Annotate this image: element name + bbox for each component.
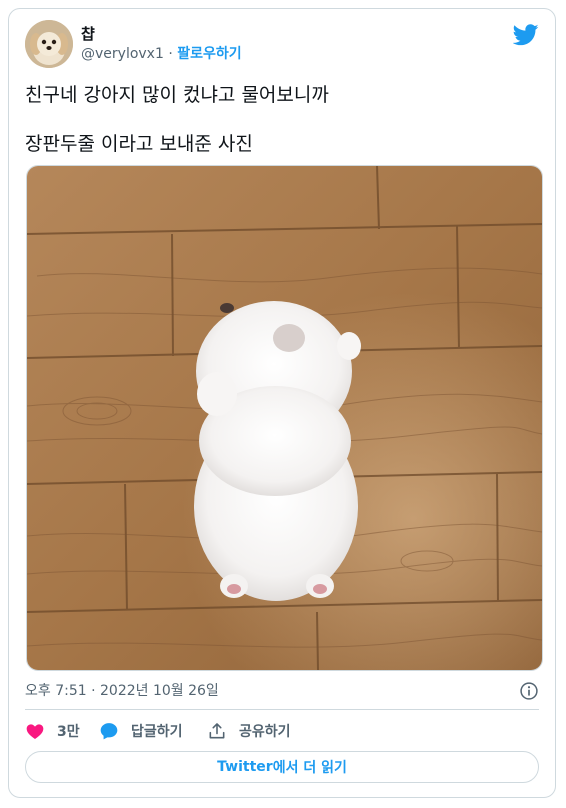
tweet-photo[interactable] <box>26 165 543 671</box>
read-more-brand: Twitter <box>217 759 273 775</box>
share-label: 공유하기 <box>239 724 291 740</box>
tweet-text: 친구네 강아지 많이 컸냐고 물어보니까 장판두줄 이라고 보내준 사진 <box>25 83 539 157</box>
tweet-header: 챱 @verylovx1 · 팔로우하기 <box>25 20 539 68</box>
info-circle-icon[interactable] <box>519 681 539 701</box>
like-count: 3만 <box>57 724 80 740</box>
follow-button[interactable]: 팔로우하기 <box>177 46 241 62</box>
tweet-timestamp[interactable]: 오후 7:51 · 2022년 10월 26일 <box>25 683 219 699</box>
display-name[interactable]: 챱 <box>81 24 242 44</box>
handle-row: @verylovx1 · 팔로우하기 <box>81 45 242 64</box>
handle-separator: · <box>163 46 178 62</box>
puppy-on-floor-photo <box>27 166 542 670</box>
read-more-suffix: 에서 더 읽기 <box>272 760 347 776</box>
avatar[interactable] <box>25 20 73 68</box>
share-button[interactable]: 공유하기 <box>207 717 291 745</box>
avatar-dog-photo <box>25 20 73 68</box>
divider <box>25 709 539 710</box>
reply-label: 답글하기 <box>131 724 183 740</box>
user-handle[interactable]: @verylovx1 <box>81 46 164 62</box>
share-upload-icon <box>209 723 225 739</box>
tweet-text-line-1: 친구네 강아지 많이 컸냐고 물어보니까 <box>25 84 329 106</box>
reply-button[interactable]: 답글하기 <box>99 717 183 745</box>
speech-bubble-icon <box>100 723 118 740</box>
twitter-bird-icon[interactable] <box>513 24 539 46</box>
tweet-text-line-2: 장판두줄 이라고 보내준 사진 <box>25 133 253 155</box>
action-bar: 3만 답글하기 공유하기 <box>25 717 539 745</box>
heart-icon <box>26 724 44 739</box>
tweet-meta: 오후 7:51 · 2022년 10월 26일 <box>25 681 539 701</box>
like-button[interactable]: 3만 <box>25 717 80 745</box>
tweet-card: 챱 @verylovx1 · 팔로우하기 친구네 강아지 많이 컸냐고 물어보니… <box>8 8 556 798</box>
puppy-shape <box>194 301 361 601</box>
read-more-on-twitter-button[interactable]: Twitter 에서 더 읽기 <box>25 751 539 783</box>
user-block: 챱 @verylovx1 · 팔로우하기 <box>81 24 242 64</box>
